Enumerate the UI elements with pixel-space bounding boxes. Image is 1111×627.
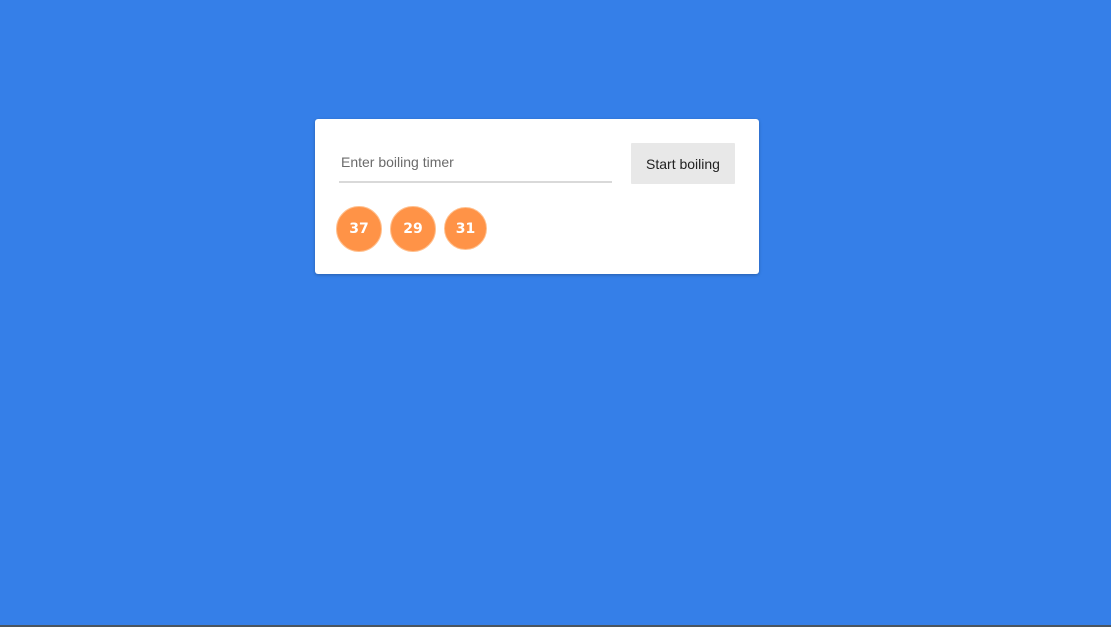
timer-value: 37 bbox=[349, 221, 369, 237]
timer-badge[interactable]: 31 bbox=[444, 207, 487, 250]
boiling-timer-input[interactable] bbox=[339, 143, 612, 181]
timer-card: Start boiling 37 29 31 bbox=[315, 119, 759, 274]
timer-value: 31 bbox=[455, 220, 476, 237]
timer-badge[interactable]: 29 bbox=[390, 206, 436, 252]
timer-list: 37 29 31 bbox=[336, 206, 487, 252]
timer-badge[interactable]: 37 bbox=[336, 206, 382, 252]
start-boiling-button[interactable]: Start boiling bbox=[631, 143, 735, 184]
timer-input-wrapper bbox=[339, 143, 612, 183]
timer-value: 29 bbox=[403, 221, 423, 237]
